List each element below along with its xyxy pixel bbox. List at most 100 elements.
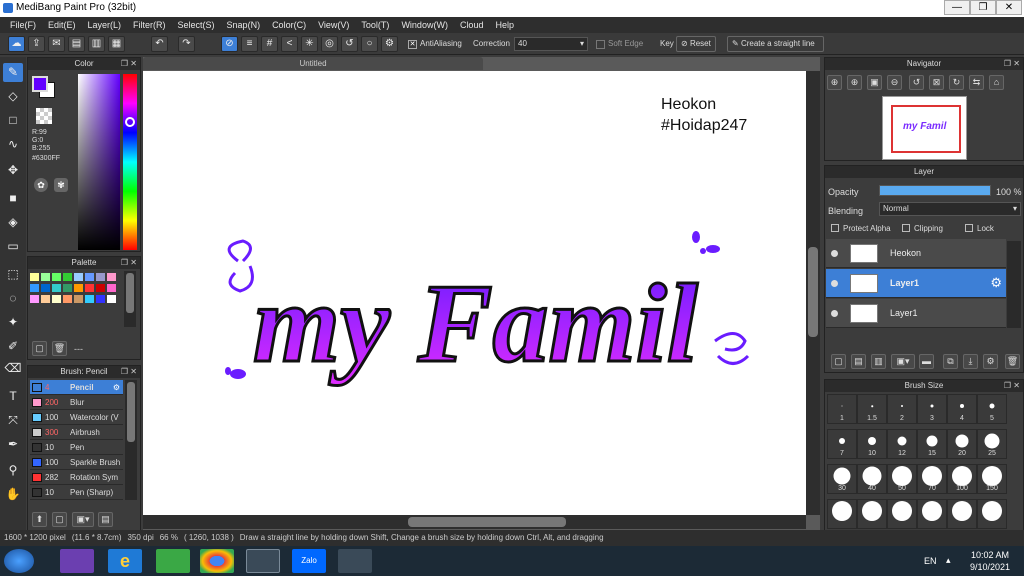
actual-size-icon[interactable]: ⊠	[929, 75, 944, 90]
new-brush-icon[interactable]: ▢	[52, 512, 67, 527]
lock-checkbox[interactable]	[965, 224, 973, 232]
brush-item[interactable]: 10 Pen (Sharp)	[30, 485, 123, 500]
flip-icon[interactable]: ⇆	[969, 75, 984, 90]
palette-swatch[interactable]	[74, 284, 83, 292]
palette-swatch[interactable]	[96, 284, 105, 292]
palette-swatch[interactable]	[63, 284, 72, 292]
palette-swatch[interactable]	[30, 284, 39, 292]
brush-item[interactable]: 100 Watercolor (V	[30, 410, 123, 425]
lasso-tool-icon[interactable]: ◌	[3, 289, 23, 308]
brush-size-option[interactable]: 10	[857, 429, 887, 459]
new-palette-icon[interactable]: ▢	[32, 341, 47, 356]
gear-icon[interactable]: ⚙	[113, 380, 120, 395]
menu-cloud[interactable]: Cloud	[454, 20, 490, 30]
antialiasing-checkbox[interactable]: ✕	[408, 40, 417, 49]
layer-menu-icon[interactable]: ▣▾	[891, 354, 915, 369]
cloud-icon[interactable]: ☁	[8, 36, 25, 52]
text-tool-icon[interactable]: T	[3, 387, 23, 406]
layer-row[interactable]: Heokon	[826, 239, 1006, 268]
brush-size-option[interactable]: 25	[977, 429, 1007, 459]
horizontal-scrollbar[interactable]	[143, 515, 806, 529]
vanishing-snap-icon[interactable]: <	[281, 36, 298, 52]
brush-settings-icon[interactable]: ▤	[98, 512, 113, 527]
menu-help[interactable]: Help	[489, 20, 520, 30]
menu-snap[interactable]: Snap(N)	[221, 20, 267, 30]
palette-swatch[interactable]	[41, 273, 50, 281]
document-tab[interactable]: Untitled	[143, 57, 483, 70]
panel-close-icon[interactable]: ❐ ✕	[1004, 58, 1020, 70]
grid-snap-icon[interactable]: #	[261, 36, 278, 52]
palette-swatch[interactable]	[107, 284, 116, 292]
redo-icon[interactable]: ↷	[178, 36, 195, 52]
maximize-button[interactable]: ❐	[970, 0, 996, 15]
brush-item[interactable]: 200 Blur	[30, 395, 123, 410]
brush-size-option[interactable]: 100	[947, 464, 977, 494]
share-icon[interactable]: ⇪	[28, 36, 45, 52]
primary-color-swatch[interactable]	[32, 76, 48, 92]
brush-size-option[interactable]: 50	[887, 464, 917, 494]
merge-layer-icon[interactable]: ⤓	[963, 354, 978, 369]
correction-select[interactable]: 40 ▾	[514, 37, 588, 51]
clock[interactable]: 10:02 AM 9/10/2021	[960, 549, 1020, 573]
document-icon[interactable]: ▥	[88, 36, 105, 52]
brush-size-option[interactable]: 70	[917, 464, 947, 494]
clipping-checkbox[interactable]	[902, 224, 910, 232]
dropper-tool-icon[interactable]: ✒	[3, 435, 23, 454]
brush-size-option[interactable]: 15	[917, 429, 947, 459]
layers-icon[interactable]: ▦	[108, 36, 125, 52]
operation-tool-icon[interactable]: ⤧	[3, 411, 23, 430]
protect-alpha-checkbox[interactable]	[831, 224, 839, 232]
move-tool-icon[interactable]: ✥	[3, 161, 23, 180]
layer-scrollbar[interactable]	[1007, 241, 1021, 328]
palette-swatch[interactable]	[52, 284, 61, 292]
gradient-tool-icon[interactable]: ▭	[3, 237, 23, 256]
brush-size-option[interactable]	[917, 499, 947, 529]
palette-swatch[interactable]	[63, 295, 72, 303]
brush-tool-icon[interactable]: ✎	[3, 63, 23, 82]
chrome-icon[interactable]	[200, 549, 234, 573]
select-eraser-icon[interactable]: ⌫	[3, 359, 23, 378]
panel-close-icon[interactable]: ❐ ✕	[121, 257, 137, 269]
panel-close-icon[interactable]: ❐ ✕	[121, 366, 137, 378]
menu-select[interactable]: Select(S)	[172, 20, 221, 30]
circle-snap-icon[interactable]: ◎	[321, 36, 338, 52]
menu-color[interactable]: Color(C)	[266, 20, 312, 30]
trash-icon[interactable]: 🗑	[52, 341, 67, 356]
palette-swatch[interactable]	[85, 295, 94, 303]
palette-swatch[interactable]	[107, 273, 116, 281]
new-layer-icon[interactable]: ▢	[831, 354, 846, 369]
brush-size-option[interactable]: 5	[977, 394, 1007, 424]
palette-swatch[interactable]	[30, 273, 39, 281]
brush-item[interactable]: 100 Sparkle Brush	[30, 455, 123, 470]
palette-swatch[interactable]	[107, 295, 116, 303]
zoom-in-icon[interactable]: ⊕	[827, 75, 842, 90]
brush-size-option[interactable]	[857, 499, 887, 529]
palette-swatch[interactable]	[52, 273, 61, 281]
brush-size-option[interactable]: 12	[887, 429, 917, 459]
hue-slider[interactable]	[123, 74, 137, 250]
brush-item[interactable]: 300 Airbrush	[30, 425, 123, 440]
eye-icon[interactable]	[831, 310, 838, 317]
navigator-thumbnail[interactable]: my Famil	[882, 96, 967, 160]
zoom-out-icon[interactable]: ⊖	[887, 75, 902, 90]
folder-icon[interactable]: ▬	[919, 354, 934, 369]
palette-swatch[interactable]	[30, 295, 39, 303]
brush-size-option[interactable]: 20	[947, 429, 977, 459]
undo-icon[interactable]: ↶	[151, 36, 168, 52]
brush-item[interactable]: 4 Pencil ⚙	[30, 380, 123, 395]
panel-close-icon[interactable]: ❐ ✕	[121, 58, 137, 70]
blending-select[interactable]: Normal ▾	[879, 202, 1021, 216]
brush-size-option[interactable]: 150	[977, 464, 1007, 494]
start-button[interactable]	[4, 549, 34, 573]
brush-size-option[interactable]: 30	[827, 464, 857, 494]
menu-edit[interactable]: Edit(E)	[42, 20, 82, 30]
parallel-snap-icon[interactable]: ≡	[241, 36, 258, 52]
brush-size-option[interactable]	[827, 499, 857, 529]
chat-icon[interactable]: ▤	[68, 36, 85, 52]
tray-arrow-icon[interactable]: ▴	[946, 555, 951, 566]
saturation-value-square[interactable]	[78, 74, 120, 250]
palette-swatch[interactable]	[41, 295, 50, 303]
medibang-taskbar-icon[interactable]	[246, 549, 280, 573]
zoom-in-icon[interactable]: ⊕	[847, 75, 862, 90]
gear-icon[interactable]: ⚙	[381, 36, 398, 52]
